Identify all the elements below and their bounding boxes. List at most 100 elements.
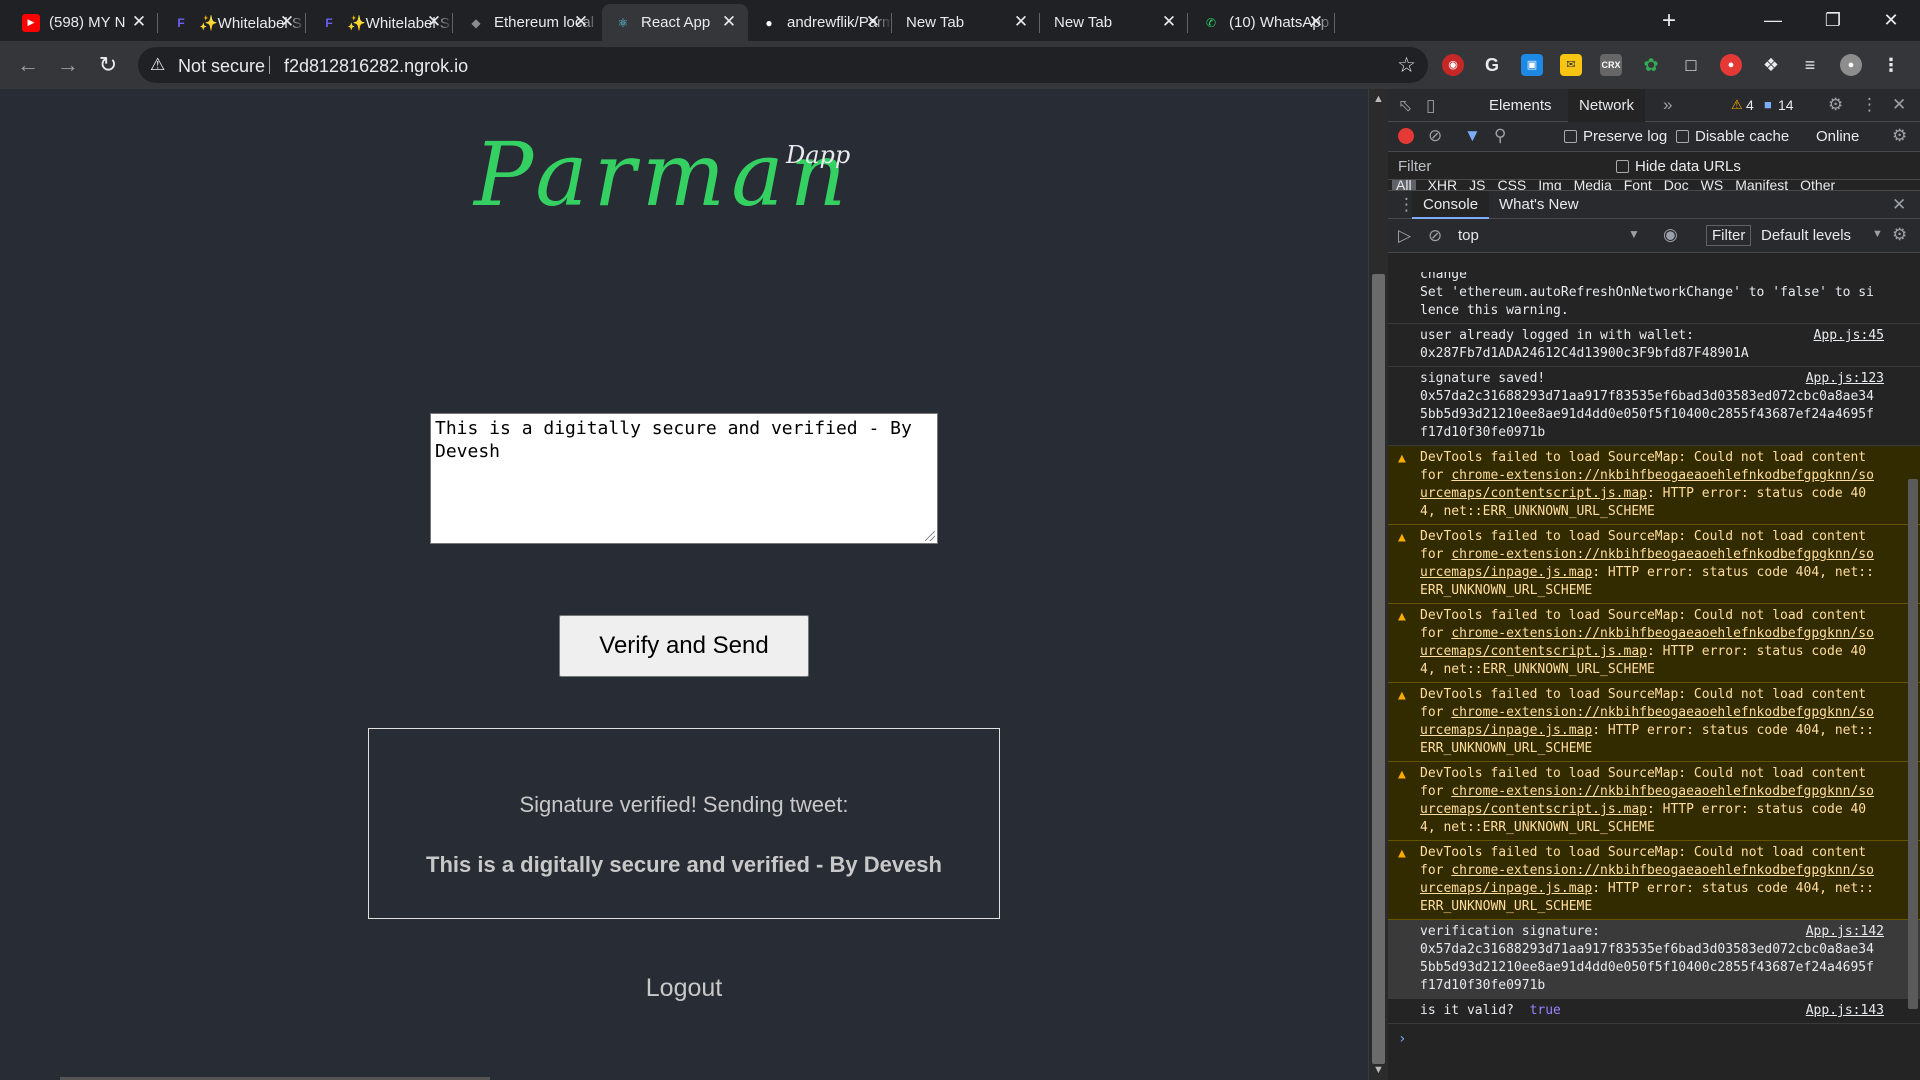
browser-tab[interactable]: New Tab ✕ bbox=[894, 4, 1040, 41]
console-output[interactable]: change Set 'ethereum.autoRefreshOnNetwor… bbox=[1388, 272, 1920, 1080]
source-link[interactable]: App.js:143 bbox=[1806, 1002, 1884, 1020]
more-tabs-icon[interactable]: » bbox=[1663, 95, 1672, 115]
scroll-down-icon[interactable]: ▼ bbox=[1373, 1064, 1384, 1076]
console-settings-icon[interactable]: ⚙ bbox=[1892, 225, 1907, 245]
source-link[interactable]: App.js:123 bbox=[1806, 370, 1884, 388]
minimize-button[interactable]: — bbox=[1744, 0, 1802, 41]
extension-adblock-icon[interactable]: ◉ bbox=[1442, 54, 1464, 76]
browser-tab[interactable]: ✆ (10) WhatsApp ✕ bbox=[1190, 4, 1335, 41]
tab-network[interactable]: Network bbox=[1568, 89, 1646, 122]
restore-button[interactable]: ❐ bbox=[1804, 0, 1862, 41]
back-icon[interactable]: ← bbox=[14, 51, 42, 79]
forward-icon[interactable]: → bbox=[54, 51, 82, 79]
log-levels-dropdown-icon[interactable]: ▼ bbox=[1872, 228, 1883, 240]
page-vertical-scrollbar[interactable]: ▲ ▼ bbox=[1368, 89, 1388, 1080]
logout-link[interactable]: Logout bbox=[0, 974, 1368, 1003]
message-count[interactable]: 14 bbox=[1778, 97, 1794, 113]
type-filter-other[interactable]: Other bbox=[1800, 180, 1835, 190]
scrollbar-thumb[interactable] bbox=[1372, 274, 1385, 1064]
disable-cache-checkbox[interactable]: Disable cache bbox=[1676, 128, 1789, 145]
type-filter-all[interactable]: All bbox=[1392, 180, 1416, 190]
console-filter-input[interactable]: Filter bbox=[1706, 225, 1752, 246]
browser-tab[interactable]: ⚛ React App ✕ bbox=[602, 4, 748, 41]
browser-tab[interactable]: New Tab ✕ bbox=[1042, 4, 1188, 41]
extension-grammarly-icon[interactable]: G bbox=[1481, 54, 1503, 76]
throttling-select[interactable]: Online bbox=[1816, 128, 1859, 145]
source-link[interactable]: App.js:45 bbox=[1814, 327, 1884, 345]
type-filter-font[interactable]: Font bbox=[1624, 180, 1652, 190]
close-tab-icon[interactable]: ✕ bbox=[864, 13, 882, 31]
type-filter-css[interactable]: CSS bbox=[1497, 180, 1526, 190]
address-bar[interactable]: ⚠ Not secure f2d812816282.ngrok.io ☆ bbox=[138, 47, 1428, 83]
sidebar-toggle-icon[interactable]: ▷ bbox=[1398, 226, 1411, 246]
context-select[interactable]: top bbox=[1458, 227, 1479, 244]
log-levels-select[interactable]: Default levels bbox=[1761, 227, 1851, 244]
close-tab-icon[interactable]: ✕ bbox=[278, 13, 296, 31]
profile-avatar[interactable]: ● bbox=[1840, 54, 1862, 76]
extension-crx-icon[interactable]: CRX bbox=[1600, 54, 1622, 76]
record-icon[interactable] bbox=[1398, 128, 1414, 144]
type-filter-media[interactable]: Media bbox=[1574, 180, 1612, 190]
device-toolbar-icon[interactable]: ▯ bbox=[1426, 96, 1435, 116]
new-tab-button[interactable]: + bbox=[1655, 8, 1683, 36]
type-filter-ws[interactable]: WS bbox=[1701, 180, 1724, 190]
logout-label[interactable]: Logout bbox=[646, 974, 722, 1002]
live-expression-eye-icon[interactable]: ◉ bbox=[1663, 225, 1678, 245]
close-tab-icon[interactable]: ✕ bbox=[572, 13, 590, 31]
close-tab-icon[interactable]: ✕ bbox=[1307, 13, 1325, 31]
close-drawer-icon[interactable]: ✕ bbox=[1892, 195, 1906, 215]
browser-menu-icon[interactable]: ⋮ bbox=[1880, 54, 1902, 76]
close-tab-icon[interactable]: ✕ bbox=[1012, 13, 1030, 31]
browser-tab[interactable]: ▶ (598) MY N ✕ bbox=[10, 4, 158, 41]
browser-tab[interactable]: ● andrewflik/Parm ✕ bbox=[748, 4, 892, 41]
tab-whats-new[interactable]: What's New bbox=[1488, 191, 1590, 219]
search-icon[interactable]: ⚲ bbox=[1494, 126, 1506, 146]
network-filter-input[interactable]: Filter bbox=[1398, 158, 1431, 175]
browser-tab[interactable]: F ✨Whitelabel S ✕ bbox=[308, 4, 453, 41]
message-textarea[interactable]: This is a digitally secure and verified … bbox=[430, 413, 938, 544]
filter-funnel-icon[interactable]: ▼ bbox=[1464, 126, 1481, 146]
bookmark-star-icon[interactable]: ☆ bbox=[1397, 53, 1416, 78]
extension-notes-icon[interactable]: ✉ bbox=[1560, 54, 1582, 76]
verify-and-send-button[interactable]: Verify and Send bbox=[559, 615, 809, 677]
console-prompt[interactable]: › bbox=[1398, 1030, 1406, 1048]
type-filter-img[interactable]: Img bbox=[1538, 180, 1561, 190]
clear-console-icon[interactable]: ⊘ bbox=[1428, 226, 1442, 246]
tab-console[interactable]: Console bbox=[1412, 191, 1490, 219]
source-link[interactable]: App.js:142 bbox=[1806, 923, 1884, 941]
preserve-log-checkbox[interactable]: Preserve log bbox=[1564, 128, 1667, 145]
type-filter-js[interactable]: JS bbox=[1469, 180, 1485, 190]
type-filter-xhr[interactable]: XHR bbox=[1428, 180, 1458, 190]
close-tab-icon[interactable]: ✕ bbox=[130, 13, 148, 31]
resize-grip-icon[interactable] bbox=[925, 531, 935, 541]
warning-count[interactable]: 4 bbox=[1746, 97, 1754, 113]
security-label[interactable]: Not secure bbox=[178, 56, 265, 77]
browser-tab[interactable]: ◆ Ethereum local ✕ bbox=[455, 4, 600, 41]
extension-cast-icon[interactable]: □ bbox=[1680, 54, 1702, 76]
extension-window-icon[interactable]: ▣ bbox=[1521, 54, 1543, 76]
url-text[interactable]: f2d812816282.ngrok.io bbox=[284, 56, 468, 77]
inspect-element-icon[interactable]: ⬁ bbox=[1398, 96, 1412, 116]
warning-count-icon[interactable]: ⚠ bbox=[1731, 97, 1743, 113]
console-scrollbar[interactable] bbox=[1908, 479, 1918, 1009]
context-dropdown-icon[interactable]: ▼ bbox=[1628, 227, 1640, 241]
message-count-icon[interactable]: ■ bbox=[1764, 97, 1772, 112]
close-window-button[interactable]: ✕ bbox=[1862, 0, 1920, 41]
scroll-up-icon[interactable]: ▲ bbox=[1373, 93, 1384, 105]
reading-list-icon[interactable]: ≡ bbox=[1799, 54, 1821, 76]
extensions-puzzle-icon[interactable]: ❖ bbox=[1760, 54, 1782, 76]
hide-data-urls-checkbox[interactable]: Hide data URLs bbox=[1616, 158, 1741, 175]
close-tab-icon[interactable]: ✕ bbox=[425, 13, 443, 31]
devtools-menu-icon[interactable]: ⋮ bbox=[1861, 95, 1878, 115]
clear-icon[interactable]: ⊘ bbox=[1428, 126, 1442, 146]
close-tab-icon[interactable]: ✕ bbox=[1160, 13, 1178, 31]
close-tab-icon[interactable]: ✕ bbox=[720, 13, 738, 31]
type-filter-doc[interactable]: Doc bbox=[1664, 180, 1689, 190]
extension-metamask-icon[interactable]: ● bbox=[1720, 54, 1742, 76]
network-settings-icon[interactable]: ⚙ bbox=[1892, 126, 1907, 146]
settings-gear-icon[interactable]: ⚙ bbox=[1828, 95, 1843, 115]
type-filter-manifest[interactable]: Manifest bbox=[1735, 180, 1788, 190]
browser-tab[interactable]: F ✨Whitelabel S ✕ bbox=[160, 4, 306, 41]
extension-leaf-icon[interactable]: ✿ bbox=[1640, 54, 1662, 76]
tab-elements[interactable]: Elements bbox=[1478, 89, 1563, 122]
